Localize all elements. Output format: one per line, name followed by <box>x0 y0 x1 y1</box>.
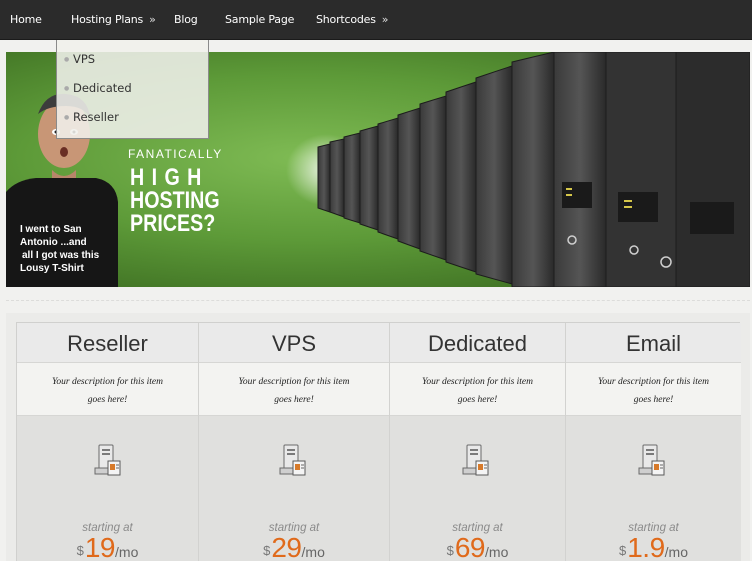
nav-sample-page[interactable]: Sample Page <box>225 0 294 40</box>
plan-description: Your description for this item goes here… <box>17 363 198 416</box>
server-icon <box>279 444 306 476</box>
nav-shortcodes-label: Shortcodes <box>316 13 376 26</box>
plan-column-reseller: Reseller Your description for this item … <box>17 323 199 561</box>
plan-description-line1: Your description for this item <box>421 377 534 387</box>
pricing-table: Reseller Your description for this item … <box>16 322 741 561</box>
chevron-right-icon: » <box>149 13 156 26</box>
price-currency: $ <box>618 543 627 558</box>
tshirt-text-line2: Antonio ...and <box>20 237 87 248</box>
price-currency: $ <box>263 543 271 558</box>
server-icon <box>638 444 665 476</box>
dropdown-item-reseller[interactable]: ● Reseller <box>57 103 208 132</box>
banner-tagline: FANATICALLY <box>128 147 223 161</box>
plan-description-line1: Your description for this item <box>51 377 164 387</box>
bullet-icon: ● <box>64 56 70 63</box>
plan-name: Dedicated <box>390 323 565 363</box>
plan-description: Your description for this item goes here… <box>199 363 389 416</box>
dropdown-item-dedicated[interactable]: ● Dedicated <box>57 74 208 103</box>
plan-description-line2: goes here! <box>87 395 128 405</box>
plan-name: VPS <box>199 323 389 363</box>
bullet-icon: ● <box>64 114 70 121</box>
plan-price: $69/mo <box>390 532 565 561</box>
plan-description-line2: goes here! <box>457 395 498 405</box>
price-amount: 29 <box>271 532 302 561</box>
plan-name: Reseller <box>17 323 198 363</box>
nav-sample-page-label: Sample Page <box>225 13 295 26</box>
dropdown-item-vps[interactable]: ● VPS <box>57 45 208 74</box>
price-amount: 1.9 <box>627 532 665 561</box>
plan-column-vps: VPS Your description for this item goes … <box>199 323 390 561</box>
plan-description: Your description for this item goes here… <box>566 363 741 416</box>
bullet-icon: ● <box>64 85 70 92</box>
nav-home-label: Home <box>10 13 42 26</box>
plan-price: $19/mo <box>17 532 198 561</box>
nav-hosting-plans[interactable]: Hosting Plans » <box>71 0 156 40</box>
nav-shortcodes[interactable]: Shortcodes » <box>316 0 388 40</box>
price-period: /mo <box>115 544 139 560</box>
plan-column-dedicated: Dedicated Your description for this item… <box>390 323 566 561</box>
plan-price: $1.9/mo <box>566 532 741 561</box>
banner-headline-line3: PRICES? <box>130 210 216 237</box>
price-amount: 69 <box>454 532 486 561</box>
main-nav: Home Hosting Plans » Blog Sample Page Sho… <box>0 0 752 40</box>
price-currency: $ <box>76 543 84 558</box>
plan-body: starting at $19/mo <box>17 416 198 561</box>
server-icon <box>94 444 121 476</box>
tshirt-text-line1: I went to San <box>20 224 82 235</box>
plan-body: starting at $1.9/mo <box>566 416 741 561</box>
section-divider <box>6 300 750 301</box>
chevron-right-icon: » <box>381 13 389 26</box>
plan-body: starting at $29/mo <box>199 416 389 561</box>
plan-name: Email <box>566 323 741 363</box>
plan-description-line1: Your description for this item <box>238 377 350 387</box>
price-period: /mo <box>664 544 688 560</box>
server-icon <box>462 444 489 476</box>
plan-description-line2: goes here! <box>633 395 674 405</box>
dropdown-item-label: Dedicated <box>73 81 132 95</box>
price-currency: $ <box>446 543 454 558</box>
plan-description: Your description for this item goes here… <box>390 363 565 416</box>
nav-hosting-plans-label: Hosting Plans <box>71 13 144 26</box>
nav-blog-label: Blog <box>174 13 198 26</box>
price-period: /mo <box>301 544 325 560</box>
tshirt-text-line4: Lousy T-Shirt <box>20 263 84 274</box>
plan-description-line2: goes here! <box>274 395 314 405</box>
plan-body: starting at $69/mo <box>390 416 565 561</box>
dropdown-item-label: Reseller <box>73 110 119 124</box>
plan-column-email: Email Your description for this item goe… <box>566 323 741 561</box>
nav-blog[interactable]: Blog <box>174 0 198 40</box>
hosting-plans-dropdown: ● VPS ● Dedicated ● Reseller <box>56 40 209 139</box>
tshirt-text-line3: all I got was this <box>22 250 100 261</box>
price-amount: 19 <box>84 532 116 561</box>
nav-home[interactable]: Home <box>10 0 42 40</box>
plan-price: $29/mo <box>199 532 389 561</box>
dropdown-item-label: VPS <box>73 52 96 66</box>
plan-description-line1: Your description for this item <box>597 377 710 387</box>
price-period: /mo <box>485 544 509 560</box>
